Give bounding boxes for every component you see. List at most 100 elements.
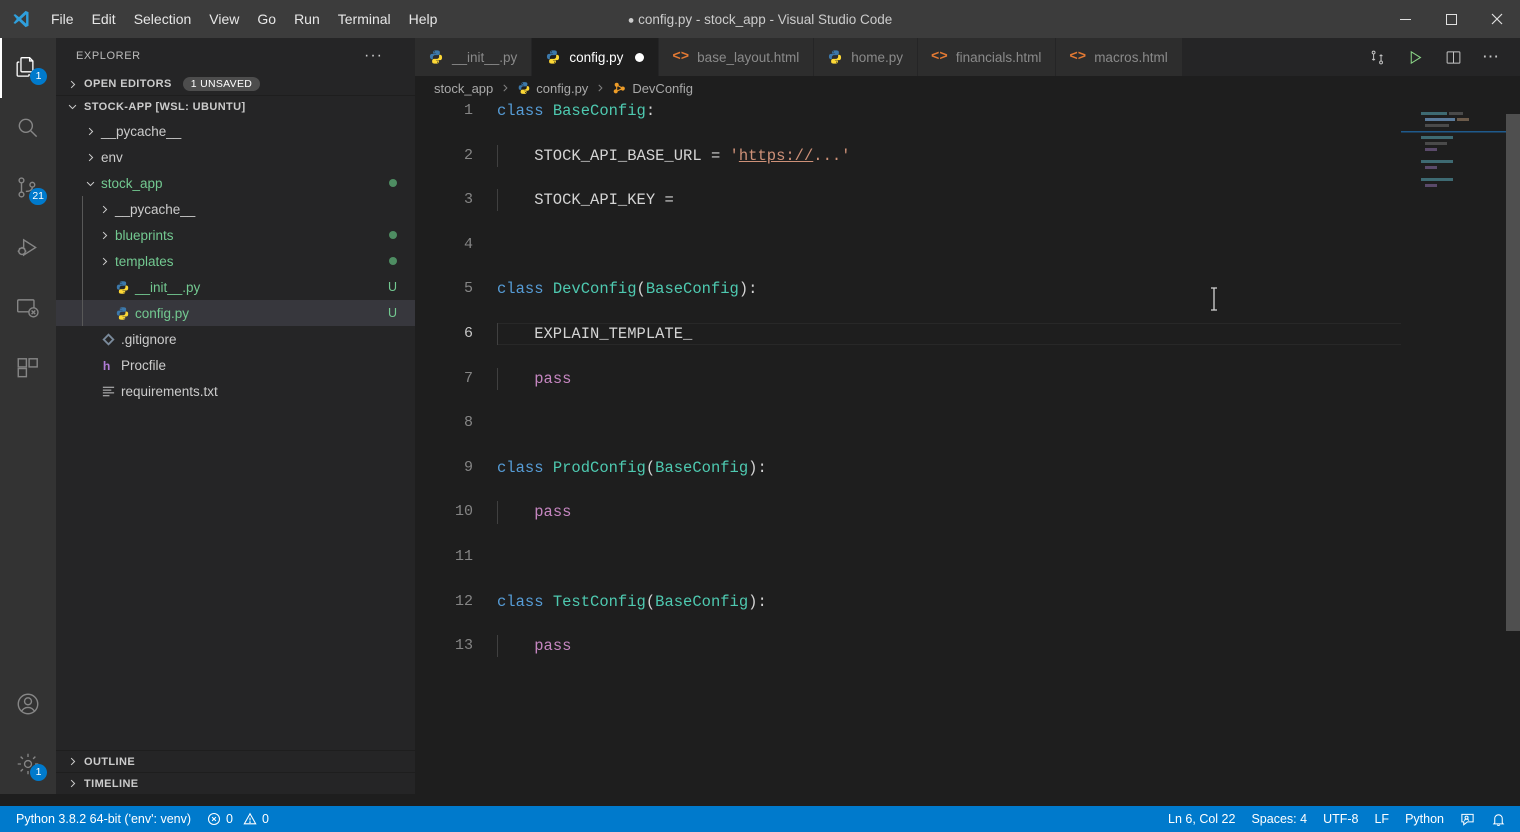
menu-run[interactable]: Run <box>285 0 329 38</box>
tree-item-stock-app[interactable]: stock_app <box>56 170 415 196</box>
status-python-interpreter[interactable]: Python 3.8.2 64-bit ('env': venv) <box>8 806 199 832</box>
tree-item-init-py[interactable]: __init__.py U <box>56 274 415 300</box>
menu-view[interactable]: View <box>200 0 248 38</box>
tree-item-label: templates <box>115 253 174 269</box>
section-workspace-root[interactable]: STOCK-APP [WSL: UBUNTU] <box>56 95 415 117</box>
activity-bar: 1 21 1 <box>0 38 56 794</box>
tree-item-env[interactable]: env <box>56 144 415 170</box>
chevron-right-icon <box>82 152 98 163</box>
svg-text:h: h <box>102 359 109 373</box>
language-mode-label: Python <box>1405 812 1444 826</box>
status-feedback[interactable] <box>1452 806 1483 832</box>
activity-explorer[interactable]: 1 <box>0 38 56 98</box>
code-line: 4 <box>415 234 1520 256</box>
title-bar: File Edit Selection View Go Run Terminal… <box>0 0 1520 38</box>
section-open-editors[interactable]: OPEN EDITORS 1 UNSAVED <box>56 73 415 95</box>
code-line: 12 class TestConfig(BaseConfig): <box>415 591 1520 613</box>
vscode-window: File Edit Selection View Go Run Terminal… <box>0 0 1520 832</box>
breadcrumb: stock_app config.py DevConfig <box>415 76 1520 100</box>
activity-accounts[interactable] <box>0 674 56 734</box>
section-timeline[interactable]: TIMELINE <box>56 772 415 794</box>
chevron-right-icon <box>64 79 80 90</box>
python-icon <box>827 49 843 65</box>
tab-home-py[interactable]: home.py <box>814 38 919 76</box>
heroku-icon: h <box>98 358 118 373</box>
minimize-button[interactable] <box>1382 0 1428 38</box>
status-language-mode[interactable]: Python <box>1397 806 1452 832</box>
breadcrumb-symbol-label: DevConfig <box>632 80 694 96</box>
tab-label: financials.html <box>955 49 1042 65</box>
sidebar-more-actions-icon[interactable]: ··· <box>364 47 395 65</box>
tab-base-layout-html[interactable]: <> base_layout.html <box>659 38 815 76</box>
tree-item-procfile[interactable]: h Procfile <box>56 352 415 378</box>
status-editor-position[interactable]: Ln 6, Col 22 <box>1160 806 1243 832</box>
code-line: 9 class ProdConfig(BaseConfig): <box>415 457 1520 479</box>
tree-item-pycache[interactable]: __pycache__ <box>56 196 415 222</box>
status-notifications[interactable] <box>1483 806 1520 832</box>
breadcrumb-item-symbol[interactable]: DevConfig <box>612 81 693 96</box>
tree-item-blueprints[interactable]: blueprints <box>56 222 415 248</box>
run-python-file-icon[interactable] <box>1396 38 1434 76</box>
line-number: 12 <box>454 592 473 610</box>
tab-label: config.py <box>569 49 624 65</box>
indent-guide <box>82 300 83 326</box>
html-icon: <> <box>931 49 948 65</box>
activity-extensions[interactable] <box>0 338 56 398</box>
activity-source-control[interactable]: 21 <box>0 158 56 218</box>
breadcrumb-item-folder[interactable]: stock_app <box>434 81 493 96</box>
split-editor-icon[interactable] <box>1434 38 1472 76</box>
status-problems[interactable]: 0 0 <box>199 806 277 832</box>
window-title-text: config.py - stock_app - Visual Studio Co… <box>638 11 893 27</box>
tree-item-label: config.py <box>135 305 190 321</box>
tree-item-templates[interactable]: templates <box>56 248 415 274</box>
code-editor[interactable]: 1 class BaseConfig: 2 STOCK_API_BASE_URL =… <box>415 100 1520 794</box>
tab-init-py[interactable]: __init__.py <box>415 38 533 76</box>
close-button[interactable] <box>1474 0 1520 38</box>
status-encoding[interactable]: UTF-8 <box>1315 806 1366 832</box>
code-line-text: class ProdConfig(BaseConfig): <box>497 458 767 477</box>
minimap[interactable] <box>1401 100 1506 794</box>
menu-terminal[interactable]: Terminal <box>329 0 400 38</box>
tree-item-gitignore[interactable]: .gitignore <box>56 326 415 352</box>
code-line-text: pass <box>534 637 572 656</box>
breadcrumb-item-file[interactable]: config.py <box>517 81 588 96</box>
activity-search[interactable] <box>0 98 56 158</box>
git-status-dot <box>389 254 415 268</box>
code-line-text: EXPLAIN_TEMPLATE_ <box>497 324 693 343</box>
tree-item-pycache[interactable]: __pycache__ <box>56 118 415 144</box>
chevron-right-icon <box>96 256 112 267</box>
menu-edit[interactable]: Edit <box>83 0 125 38</box>
tab-macros-html[interactable]: <> macros.html <box>1056 38 1183 76</box>
python-icon <box>517 81 531 95</box>
tree-item-requirements-txt[interactable]: requirements.txt <box>56 378 415 404</box>
tab-config-py[interactable]: config.py <box>532 38 660 76</box>
status-eol[interactable]: LF <box>1366 806 1397 832</box>
more-actions-icon[interactable]: ⋯ <box>1472 38 1510 76</box>
sidebar-bottom-sections: OUTLINE TIMELINE <box>56 750 415 794</box>
outline-label: OUTLINE <box>84 755 136 768</box>
class-icon <box>612 81 627 96</box>
chevron-right-icon <box>96 204 112 215</box>
menu-selection[interactable]: Selection <box>125 0 201 38</box>
menu-help[interactable]: Help <box>400 0 447 38</box>
activity-remote-explorer[interactable] <box>0 278 56 338</box>
scrollbar-thumb[interactable] <box>1506 114 1520 631</box>
python-icon <box>112 306 132 321</box>
open-changes-icon[interactable] <box>1358 38 1396 76</box>
python-icon <box>428 49 444 65</box>
line-number: 7 <box>463 369 473 387</box>
tab-dirty-indicator-icon[interactable] <box>635 52 645 62</box>
git-status-dot <box>389 228 415 242</box>
menu-file[interactable]: File <box>42 0 83 38</box>
code-line: 13 pass <box>415 635 1520 658</box>
tree-item-config-py[interactable]: config.py U <box>56 300 415 326</box>
maximize-button[interactable] <box>1428 0 1474 38</box>
editor-scrollbar[interactable] <box>1506 100 1520 794</box>
section-outline[interactable]: OUTLINE <box>56 750 415 772</box>
menu-go[interactable]: Go <box>248 0 285 38</box>
code-line: 1 class BaseConfig: <box>415 100 1520 122</box>
tab-financials-html[interactable]: <> financials.html <box>918 38 1057 76</box>
activity-run-and-debug[interactable] <box>0 218 56 278</box>
activity-settings[interactable]: 1 <box>0 734 56 794</box>
status-indentation[interactable]: Spaces: 4 <box>1243 806 1315 832</box>
